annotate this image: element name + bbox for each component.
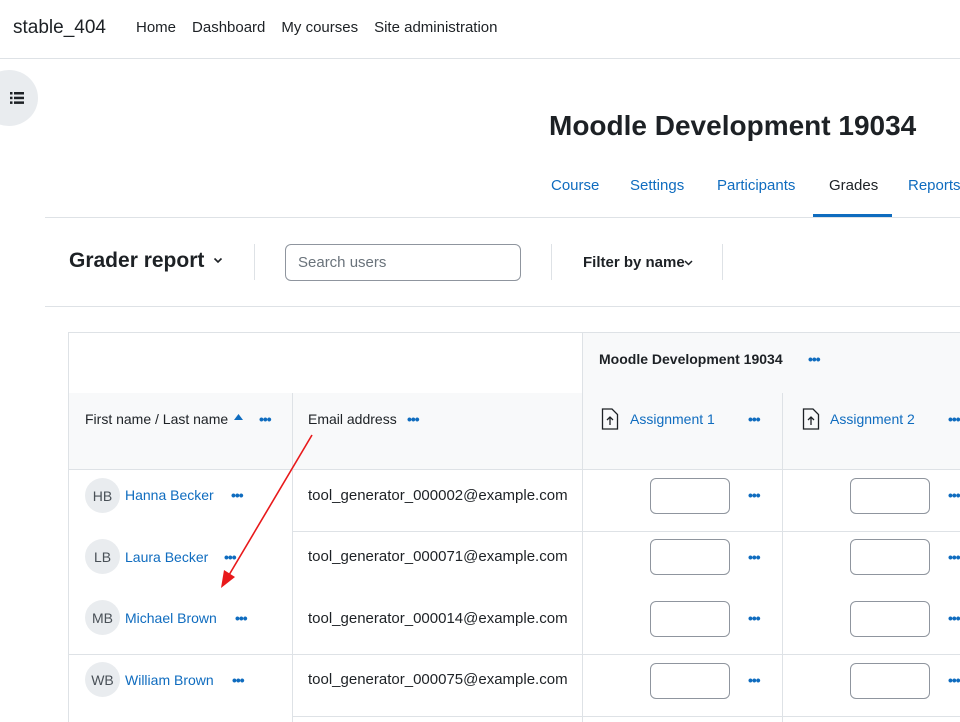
course-title: Moodle Development 19034 bbox=[549, 110, 917, 141]
course-secondary-navigation: Course Settings Participants Grades Repo… bbox=[45, 164, 960, 218]
assignment-2-actions-menu[interactable]: ••• bbox=[948, 411, 960, 427]
category-title: Moodle Development 19034 bbox=[599, 351, 783, 367]
student-name-link[interactable]: Michael Brown bbox=[125, 610, 217, 626]
active-tab-indicator bbox=[813, 214, 892, 217]
grade-input[interactable] bbox=[850, 539, 930, 575]
avatar: WB bbox=[85, 662, 120, 697]
grade-input[interactable] bbox=[650, 663, 730, 699]
toolbar-divider bbox=[722, 244, 723, 280]
grade-cell-actions-menu[interactable]: ••• bbox=[948, 610, 960, 626]
col-header-assignment-2[interactable]: Assignment 2 bbox=[830, 411, 915, 427]
avatar: HB bbox=[85, 478, 120, 513]
tab-grades[interactable]: Grades bbox=[829, 177, 878, 194]
grade-input[interactable] bbox=[650, 539, 730, 575]
grade-cell-actions-menu[interactable]: ••• bbox=[948, 549, 960, 565]
student-actions-menu[interactable]: ••• bbox=[235, 610, 248, 626]
filter-by-name-button[interactable]: Filter by name bbox=[583, 254, 685, 271]
student-name-link[interactable]: Hanna Becker bbox=[125, 487, 214, 503]
assignment-1-actions-menu[interactable]: ••• bbox=[748, 411, 761, 427]
grade-input[interactable] bbox=[650, 478, 730, 514]
grade-input[interactable] bbox=[850, 478, 930, 514]
site-name[interactable]: stable_404 bbox=[13, 17, 106, 39]
student-actions-menu[interactable]: ••• bbox=[232, 672, 245, 688]
avatar: LB bbox=[85, 539, 120, 574]
grade-cell-actions-menu[interactable]: ••• bbox=[948, 672, 960, 688]
student-name-link[interactable]: Laura Becker bbox=[125, 549, 208, 565]
grade-cell-actions-menu[interactable]: ••• bbox=[748, 672, 761, 688]
student-actions-menu[interactable]: ••• bbox=[224, 549, 237, 565]
report-selector[interactable]: Grader report bbox=[69, 249, 204, 273]
avatar: MB bbox=[85, 600, 120, 635]
tab-course[interactable]: Course bbox=[551, 177, 599, 194]
student-email: tool_generator_000071@example.com bbox=[308, 548, 568, 565]
col-header-assignment-1[interactable]: Assignment 1 bbox=[630, 411, 715, 427]
student-name-link[interactable]: William Brown bbox=[125, 672, 214, 688]
assignment-icon bbox=[601, 408, 619, 430]
search-users-input[interactable] bbox=[285, 244, 521, 281]
grade-cell-actions-menu[interactable]: ••• bbox=[748, 549, 761, 565]
grade-input[interactable] bbox=[850, 601, 930, 637]
grade-cell-actions-menu[interactable]: ••• bbox=[748, 487, 761, 503]
student-email: tool_generator_000014@example.com bbox=[308, 610, 568, 627]
col-header-email: Email address bbox=[308, 411, 397, 427]
student-email: tool_generator_000002@example.com bbox=[308, 487, 568, 504]
grader-table: Moodle Development 19034 ••• First name … bbox=[68, 332, 960, 722]
grade-input[interactable] bbox=[650, 601, 730, 637]
toolbar-divider bbox=[551, 244, 552, 280]
sort-ascending-icon[interactable] bbox=[234, 414, 243, 420]
list-icon bbox=[10, 92, 24, 104]
tab-settings[interactable]: Settings bbox=[630, 177, 684, 194]
student-email: tool_generator_000075@example.com bbox=[308, 671, 568, 688]
tab-participants[interactable]: Participants bbox=[717, 177, 795, 194]
chevron-down-icon bbox=[684, 260, 693, 266]
nav-my-courses[interactable]: My courses bbox=[281, 19, 358, 36]
tab-reports[interactable]: Reports bbox=[908, 177, 960, 194]
student-actions-menu[interactable]: ••• bbox=[231, 487, 244, 503]
header-row bbox=[69, 393, 960, 469]
nav-dashboard[interactable]: Dashboard bbox=[192, 19, 265, 36]
grade-cell-actions-menu[interactable]: ••• bbox=[948, 487, 960, 503]
name-column-actions-menu[interactable]: ••• bbox=[259, 411, 272, 427]
primary-navigation: Home Dashboard My courses Site administr… bbox=[136, 19, 514, 36]
top-navbar: stable_404 Home Dashboard My courses Sit… bbox=[0, 0, 960, 59]
chevron-down-icon bbox=[213, 257, 223, 264]
nav-home[interactable]: Home bbox=[136, 19, 176, 36]
grade-input[interactable] bbox=[850, 663, 930, 699]
course-index-toggle[interactable] bbox=[0, 70, 38, 126]
grade-cell-actions-menu[interactable]: ••• bbox=[748, 610, 761, 626]
col-header-name[interactable]: First name / Last name bbox=[85, 411, 228, 427]
nav-site-administration[interactable]: Site administration bbox=[374, 19, 497, 36]
category-actions-menu[interactable]: ••• bbox=[808, 351, 821, 367]
assignment-icon bbox=[802, 408, 820, 430]
toolbar-divider bbox=[254, 244, 255, 280]
email-column-actions-menu[interactable]: ••• bbox=[407, 411, 420, 427]
grader-toolbar: Grader report Filter by name bbox=[45, 218, 960, 307]
